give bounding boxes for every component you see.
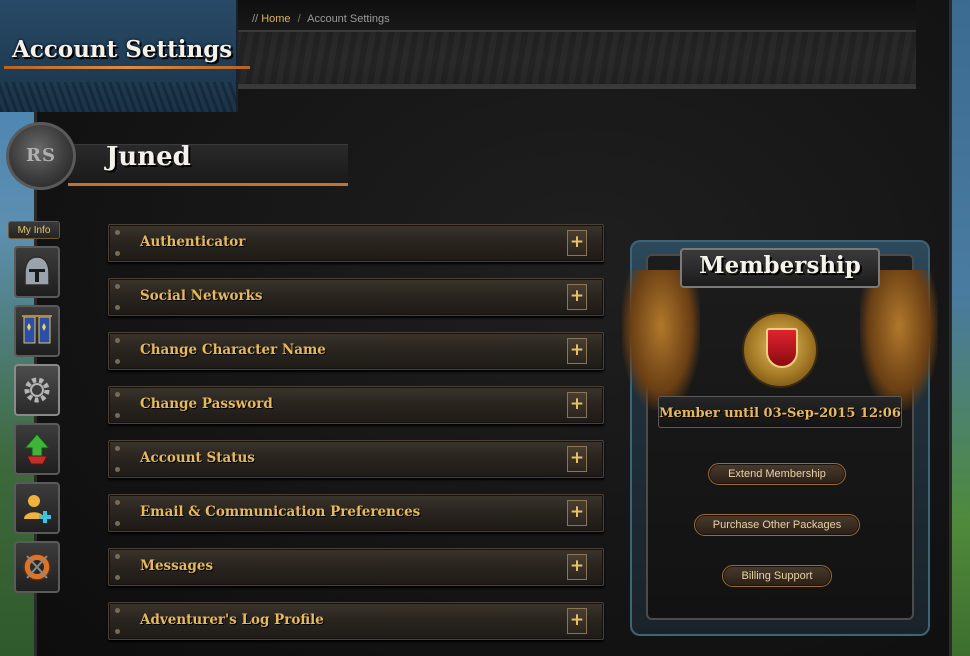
top-ornament [236, 30, 916, 86]
purchase-packages-button[interactable]: Purchase Other Packages [694, 514, 860, 536]
breadcrumb-home-link[interactable]: Home [261, 13, 290, 25]
tab-my-info[interactable]: My Info [8, 221, 60, 239]
section-social-networks[interactable]: Social Networks + [108, 278, 604, 316]
section-label: Account Status [140, 450, 255, 466]
extend-membership-button[interactable]: Extend Membership [708, 463, 846, 485]
section-label: Change Character Name [140, 342, 326, 358]
breadcrumb-prefix: // [252, 13, 259, 25]
section-label: Social Networks [140, 288, 263, 304]
helmet-icon [24, 256, 50, 286]
expand-icon[interactable]: + [567, 338, 587, 364]
sidebar-item-level-up[interactable] [14, 423, 60, 475]
username: Juned [106, 142, 191, 172]
membership-panel: Membership Member until 03-Sep-2015 12:0… [622, 240, 938, 636]
dragon-right-icon [860, 270, 938, 410]
gear-icon [24, 377, 50, 403]
settings-accordion: Authenticator + Social Networks + Change… [108, 224, 604, 656]
shield-emblem-icon [23, 553, 51, 581]
member-crest-icon [742, 312, 818, 388]
section-label: Email & Communication Preferences [140, 504, 421, 520]
sidebar-item-emblem[interactable] [14, 541, 60, 593]
dragon-left-icon [622, 270, 700, 410]
section-change-password[interactable]: Change Password + [108, 386, 604, 424]
section-label: Authenticator [140, 234, 246, 250]
expand-icon[interactable]: + [567, 500, 587, 526]
section-messages[interactable]: Messages + [108, 548, 604, 586]
rs-logo-icon: RS [6, 122, 76, 190]
expand-icon[interactable]: + [567, 446, 587, 472]
page-title: Account Settings [12, 36, 233, 63]
red-shield-icon [766, 328, 798, 368]
membership-status: Member until 03-Sep-2015 12:06 [659, 406, 901, 421]
expand-icon[interactable]: + [567, 392, 587, 418]
section-label: Adventurer's Log Profile [140, 612, 324, 628]
breadcrumb-current: Account Settings [307, 13, 390, 25]
section-account-status[interactable]: Account Status + [108, 440, 604, 478]
section-adventurers-log-profile[interactable]: Adventurer's Log Profile + [108, 602, 604, 640]
billing-support-button[interactable]: Billing Support [722, 565, 832, 587]
section-label: Messages [140, 558, 214, 574]
breadcrumb-separator: / [297, 13, 301, 25]
expand-icon[interactable]: + [567, 554, 587, 580]
section-authenticator[interactable]: Authenticator + [108, 224, 604, 262]
section-label: Change Password [140, 396, 273, 412]
expand-icon[interactable]: + [567, 230, 587, 256]
expand-icon[interactable]: + [567, 284, 587, 310]
membership-title: Membership [699, 252, 861, 279]
banners-icon [22, 315, 52, 344]
sidebar-item-banners[interactable] [14, 305, 60, 357]
rs-logo-text: RS [26, 145, 56, 166]
section-change-character-name[interactable]: Change Character Name + [108, 332, 604, 370]
sidebar-item-helmet[interactable] [14, 246, 60, 298]
side-nav [14, 246, 60, 600]
sidebar-item-settings[interactable] [14, 364, 60, 416]
title-underline [4, 66, 250, 69]
section-email-preferences[interactable]: Email & Communication Preferences + [108, 494, 604, 532]
expand-icon[interactable]: + [567, 608, 587, 634]
add-friend-icon [24, 495, 51, 523]
level-up-icon [23, 433, 51, 465]
sidebar-item-add-friend[interactable] [14, 482, 60, 534]
breadcrumb: // Home / Account Settings [252, 13, 390, 25]
